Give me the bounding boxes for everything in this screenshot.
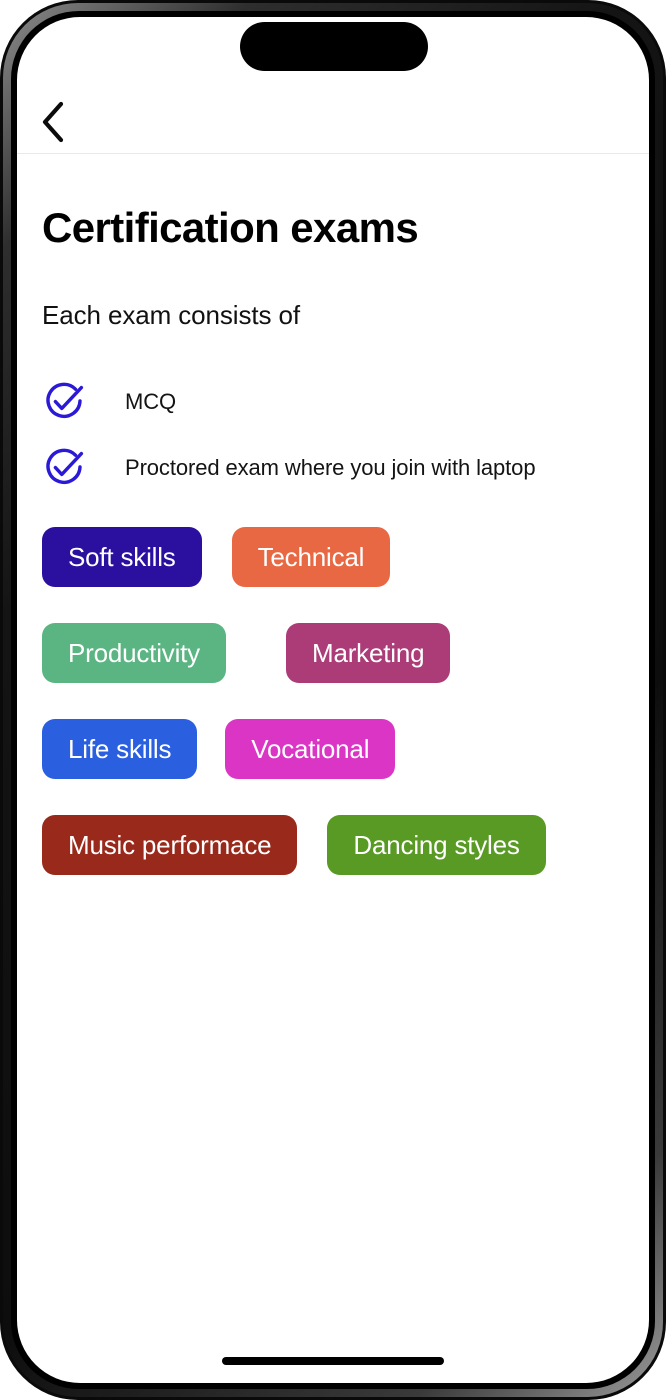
category-tag[interactable]: Marketing xyxy=(285,623,451,684)
page-content: Certification exams Each exam consists o… xyxy=(17,154,649,911)
category-tag-row: Soft skills Technical xyxy=(42,527,624,588)
category-tag[interactable]: Technical xyxy=(231,527,391,588)
dynamic-island xyxy=(240,22,428,71)
home-indicator xyxy=(222,1357,444,1365)
category-tag-row: Life skills Vocational xyxy=(42,719,624,780)
chevron-left-icon xyxy=(40,101,66,143)
circle-check-icon xyxy=(42,446,90,490)
page-title: Certification exams xyxy=(42,204,419,251)
exam-contents-list: MCQ Proctored exam where you join with l… xyxy=(42,377,624,493)
circle-check-icon xyxy=(42,380,90,424)
category-tag[interactable]: Music performace xyxy=(42,815,298,876)
category-tag[interactable]: Vocational xyxy=(225,719,396,780)
category-tag-groups: Soft skills Technical Productivity Marketin… xyxy=(42,527,624,876)
category-tag-row: Music performace Dancing styles xyxy=(42,815,624,876)
category-tag[interactable]: Soft skills xyxy=(42,527,202,588)
category-tag-row: Productivity Marketing xyxy=(42,623,624,684)
phone-screen: Certification exams Each exam consists o… xyxy=(17,17,649,1383)
exam-content-item: MCQ xyxy=(42,377,624,427)
phone-frame: Certification exams Each exam consists o… xyxy=(0,0,666,1400)
exam-content-item: Proctored exam where you join with lapto… xyxy=(42,443,624,493)
category-tag[interactable]: Dancing styles xyxy=(327,815,546,876)
category-tag[interactable]: Productivity xyxy=(42,623,226,684)
back-button[interactable] xyxy=(27,98,79,146)
exam-content-label: MCQ xyxy=(125,389,177,415)
navigation-bar xyxy=(17,90,649,154)
page-subtitle: Each exam consists of xyxy=(42,300,301,331)
category-tag[interactable]: Life skills xyxy=(42,719,198,780)
exam-content-label: Proctored exam where you join with lapto… xyxy=(125,455,536,481)
